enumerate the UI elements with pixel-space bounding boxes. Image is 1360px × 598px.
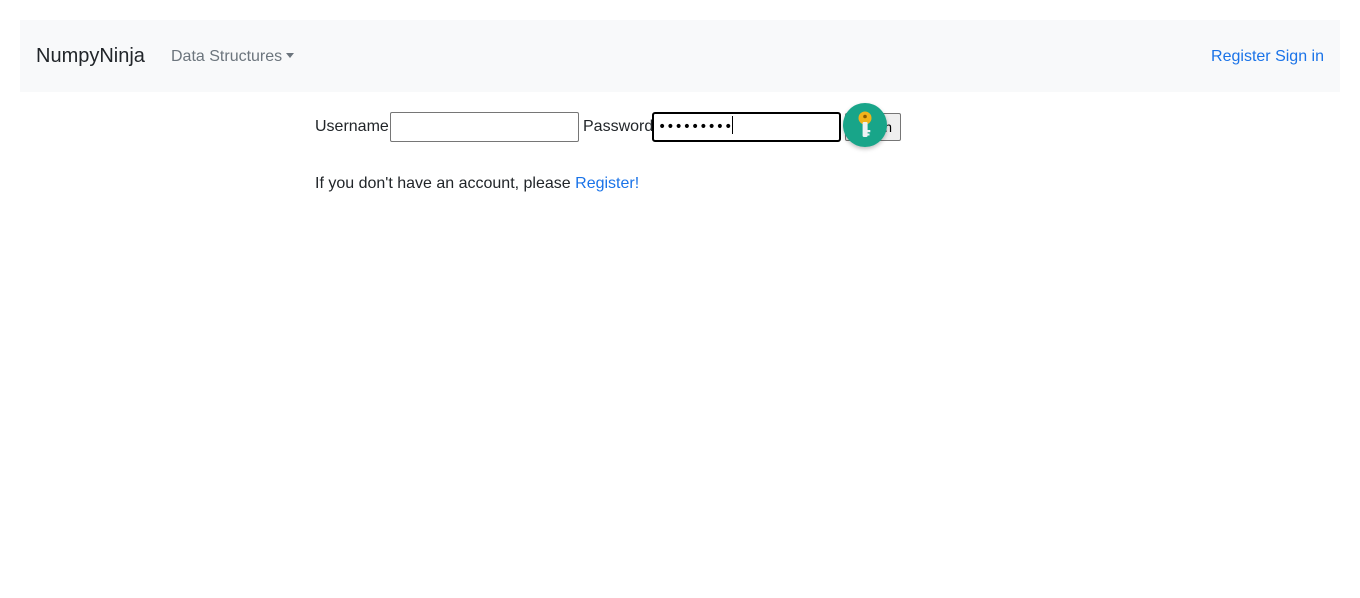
caret-down-icon <box>286 53 295 58</box>
username-input[interactable] <box>390 112 579 142</box>
key-icon <box>858 111 872 137</box>
login-form: Username: Password: ••••••••• n <box>315 103 935 147</box>
register-prompt-text: If you don't have an account, please <box>315 175 571 192</box>
register-link[interactable]: Register <box>1211 48 1271 65</box>
nav-auth-links: Register Sign in <box>1211 47 1324 67</box>
password-input[interactable]: ••••••••• <box>652 112 841 142</box>
navbar: NumpyNinja Data Structures Register Sign… <box>20 20 1340 92</box>
password-manager-badge[interactable] <box>843 103 887 147</box>
brand-link[interactable]: NumpyNinja <box>36 44 145 68</box>
password-label: Password: <box>583 118 658 135</box>
text-cursor <box>732 116 734 134</box>
dropdown-label: Data Structures <box>171 48 283 65</box>
password-dots: ••••••••• <box>658 119 733 135</box>
register-prompt: If you don't have an account, please Reg… <box>315 175 639 193</box>
register-prompt-link[interactable]: Register! <box>575 175 639 192</box>
data-structures-dropdown[interactable]: Data Structures <box>171 47 295 67</box>
username-label: Username: <box>315 118 394 135</box>
signin-link[interactable]: Sign in <box>1275 48 1324 65</box>
